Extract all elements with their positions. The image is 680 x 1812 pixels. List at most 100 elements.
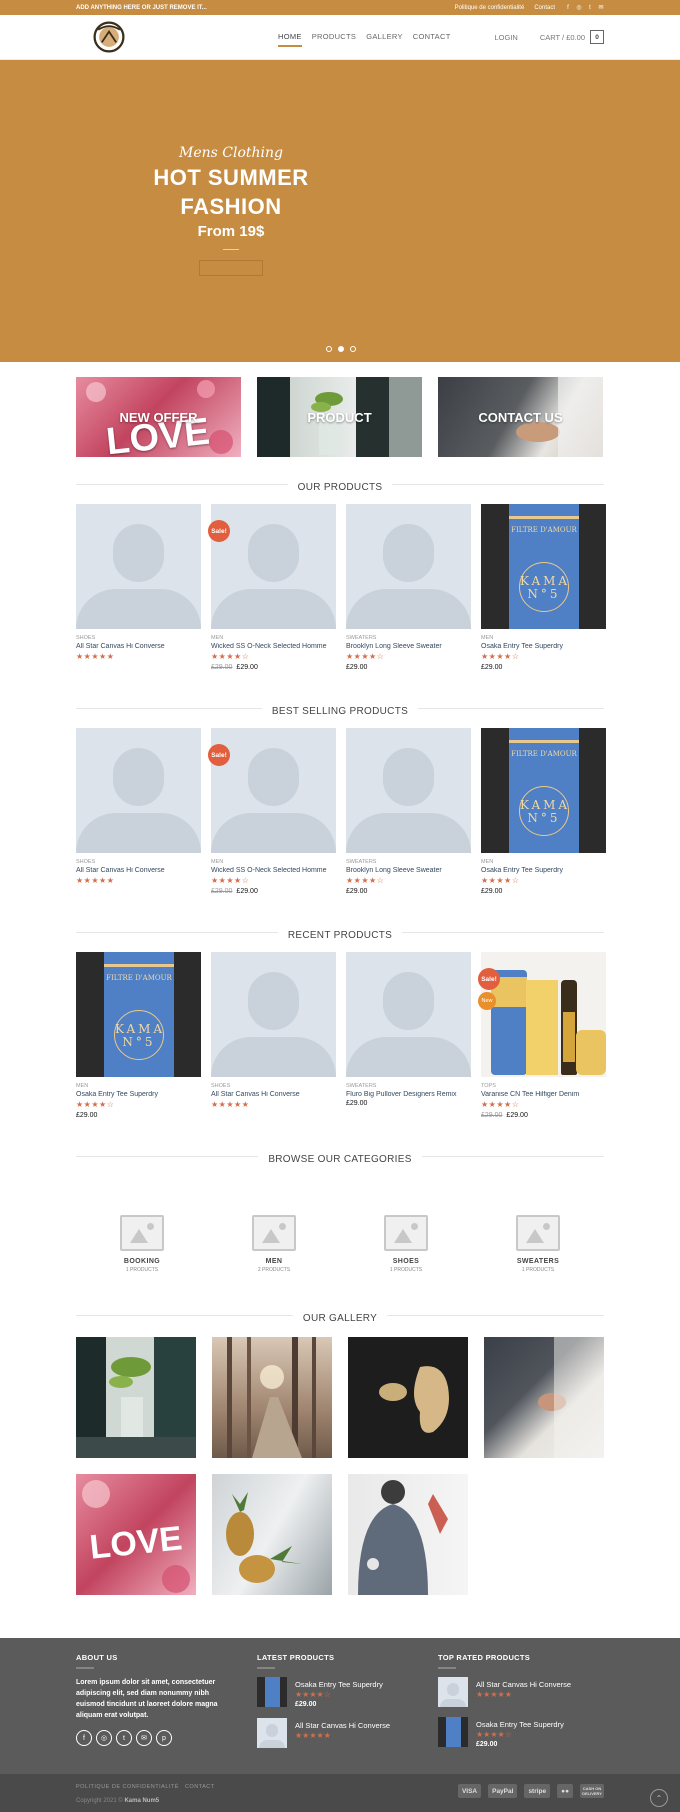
product-card[interactable]: FILTRE D'AMOUR KAMA N°5 MEN Osaka Entry T…	[76, 952, 201, 1119]
product-name[interactable]: Osaka Entry Tee Superdry	[481, 643, 606, 650]
nav-home[interactable]: HOME	[278, 28, 302, 47]
product-name[interactable]: Fluro Big Pullover Designers Remix	[346, 1091, 471, 1098]
footer-product[interactable]: All Star Canvas Hi Converse ★★★★★	[438, 1677, 571, 1707]
product-image-kama[interactable]: FILTRE D'AMOUR KAMA N°5	[481, 504, 606, 629]
gallery-image-forest[interactable]	[212, 1337, 332, 1458]
gallery-image-plant[interactable]	[76, 1337, 196, 1458]
product-card[interactable]: FILTRE D'AMOUR KAMA N°5 MEN Osaka Entry T…	[481, 504, 606, 671]
footer-product[interactable]: Osaka Entry Tee Superdry ★★★★☆ £29.00	[438, 1717, 571, 1748]
product-image-placeholder[interactable]	[211, 952, 336, 1077]
product-image-placeholder[interactable]	[76, 728, 201, 853]
twitter-icon[interactable]: t	[587, 5, 593, 11]
facebook-icon[interactable]: f	[76, 1730, 92, 1746]
product-name[interactable]: Wicked SS O-Neck Selected Homme	[211, 867, 336, 874]
gallery-image-person[interactable]	[348, 1474, 468, 1595]
product-category[interactable]: SHOES	[211, 1083, 336, 1089]
login-link[interactable]: LOGIN	[494, 33, 517, 42]
gallery-image-hands[interactable]	[484, 1337, 604, 1458]
instagram-icon[interactable]: ◎	[576, 5, 582, 11]
twitter-icon[interactable]: t	[116, 1730, 132, 1746]
product-image-placeholder[interactable]	[76, 504, 201, 629]
slider-dot-3[interactable]	[350, 346, 356, 352]
gallery-image-pineapple[interactable]	[212, 1474, 332, 1595]
product-image-placeholder[interactable]	[346, 952, 471, 1077]
privacy-link[interactable]: Politique de confidentialité	[455, 5, 525, 11]
product-image-combo[interactable]	[481, 952, 606, 1077]
product-card[interactable]: Sale! MEN Wicked SS O-Neck Selected Homm…	[208, 504, 336, 671]
category-men[interactable]: MEN 2 PRODUCTS	[208, 1215, 340, 1273]
slider-dot-1[interactable]	[326, 346, 332, 352]
product-name[interactable]: Wicked SS O-Neck Selected Homme	[211, 643, 336, 650]
product-image-kama[interactable]: FILTRE D'AMOUR KAMA N°5	[481, 728, 606, 853]
footer-product-thumb[interactable]	[257, 1718, 287, 1748]
email-icon[interactable]: ✉	[136, 1730, 152, 1746]
gallery-image-love[interactable]: LOVE	[76, 1474, 196, 1595]
footer-product-name[interactable]: All Star Canvas Hi Converse	[295, 1721, 390, 1730]
product-name[interactable]: Osaka Entry Tee Superdry	[76, 1091, 201, 1098]
product-category[interactable]: MEN	[211, 635, 336, 641]
instagram-icon[interactable]: ◎	[96, 1730, 112, 1746]
hero-slider[interactable]: Mens Clothing HOT SUMMER FASHION From 19…	[0, 60, 680, 362]
product-category[interactable]: SHOES	[76, 859, 201, 865]
product-image-placeholder[interactable]	[346, 504, 471, 629]
footer-product-thumb[interactable]	[438, 1677, 468, 1707]
category-shoes[interactable]: SHOES 1 PRODUCTS	[340, 1215, 472, 1273]
product-image-placeholder[interactable]	[346, 728, 471, 853]
banner-contact[interactable]: CONTACT US	[438, 377, 603, 457]
category-booking[interactable]: BOOKING 1 PRODUCTS	[76, 1215, 208, 1273]
product-category[interactable]: MEN	[211, 859, 336, 865]
product-name[interactable]: Brooklyn Long Sleeve Sweater	[346, 643, 471, 650]
product-card[interactable]: SWEATERS Brooklyn Long Sleeve Sweater ★★…	[346, 504, 471, 671]
footer-product-name[interactable]: Osaka Entry Tee Superdry	[295, 1680, 383, 1689]
banner-new-offer[interactable]: LOVE NEW OFFER	[76, 377, 241, 457]
product-card[interactable]: SWEATERS Fluro Big Pullover Designers Re…	[346, 952, 471, 1119]
product-card[interactable]: SHOES All Star Canvas Hi Converse ★★★★★	[76, 504, 201, 671]
pinterest-icon[interactable]: p	[156, 1730, 172, 1746]
product-name[interactable]: All Star Canvas Hi Converse	[211, 1091, 336, 1098]
hero-button[interactable]	[199, 260, 263, 276]
gallery-image-ginger[interactable]	[348, 1337, 468, 1458]
product-category[interactable]: TOPS	[481, 1083, 606, 1089]
product-image-placeholder[interactable]	[211, 504, 336, 629]
slider-dot-2[interactable]	[338, 346, 344, 352]
product-image-placeholder[interactable]	[211, 728, 336, 853]
bottom-contact-link[interactable]: CONTACT	[185, 1784, 215, 1790]
facebook-icon[interactable]: f	[565, 5, 571, 11]
product-card[interactable]: FILTRE D'AMOUR KAMA N°5 MEN Osaka Entry T…	[481, 728, 606, 895]
email-icon[interactable]: ✉	[598, 5, 604, 11]
product-card[interactable]: SHOES All Star Canvas Hi Converse ★★★★★	[211, 952, 336, 1119]
footer-product-thumb[interactable]	[257, 1677, 287, 1707]
contact-link[interactable]: Contact	[534, 5, 555, 11]
product-name[interactable]: Osaka Entry Tee Superdry	[481, 867, 606, 874]
back-to-top-button[interactable]: ⌃	[650, 1789, 668, 1807]
product-category[interactable]: SHOES	[76, 635, 201, 641]
footer-product-name[interactable]: All Star Canvas Hi Converse	[476, 1680, 571, 1689]
product-card[interactable]: Sale! New TOPS Varanise CN Tee Hilfiger …	[478, 952, 606, 1119]
footer-product[interactable]: Osaka Entry Tee Superdry ★★★★☆ £29.00	[257, 1677, 390, 1708]
product-name[interactable]: All Star Canvas Hi Converse	[76, 867, 201, 874]
product-card[interactable]: Sale! MEN Wicked SS O-Neck Selected Homm…	[208, 728, 336, 895]
product-name[interactable]: Varanise CN Tee Hilfiger Denim	[481, 1091, 606, 1098]
product-category[interactable]: SWEATERS	[346, 635, 471, 641]
product-category[interactable]: MEN	[76, 1083, 201, 1089]
site-logo[interactable]	[91, 19, 127, 55]
nav-contact[interactable]: CONTACT	[413, 28, 451, 47]
product-image-kama[interactable]: FILTRE D'AMOUR KAMA N°5	[76, 952, 201, 1077]
product-category[interactable]: SWEATERS	[346, 1083, 471, 1089]
nav-gallery[interactable]: GALLERY	[366, 28, 403, 47]
footer-product-name[interactable]: Osaka Entry Tee Superdry	[476, 1720, 564, 1729]
product-name[interactable]: All Star Canvas Hi Converse	[76, 643, 201, 650]
product-category[interactable]: MEN	[481, 635, 606, 641]
footer-product-thumb[interactable]	[438, 1717, 468, 1747]
product-card[interactable]: SWEATERS Brooklyn Long Sleeve Sweater ★★…	[346, 728, 471, 895]
product-card[interactable]: SHOES All Star Canvas Hi Converse ★★★★★	[76, 728, 201, 895]
bottom-privacy-link[interactable]: POLITIQUE DE CONFIDENTIALITÉ	[76, 1784, 179, 1790]
cart-button[interactable]: CART / £0.00 0	[540, 30, 604, 44]
nav-products[interactable]: PRODUCTS	[312, 28, 357, 47]
product-name[interactable]: Brooklyn Long Sleeve Sweater	[346, 867, 471, 874]
product-category[interactable]: MEN	[481, 859, 606, 865]
footer-product[interactable]: All Star Canvas Hi Converse ★★★★★	[257, 1718, 390, 1748]
category-sweaters[interactable]: SWEATERS 1 PRODUCTS	[472, 1215, 604, 1273]
banner-product[interactable]: PRODUCT	[257, 377, 422, 457]
product-category[interactable]: SWEATERS	[346, 859, 471, 865]
